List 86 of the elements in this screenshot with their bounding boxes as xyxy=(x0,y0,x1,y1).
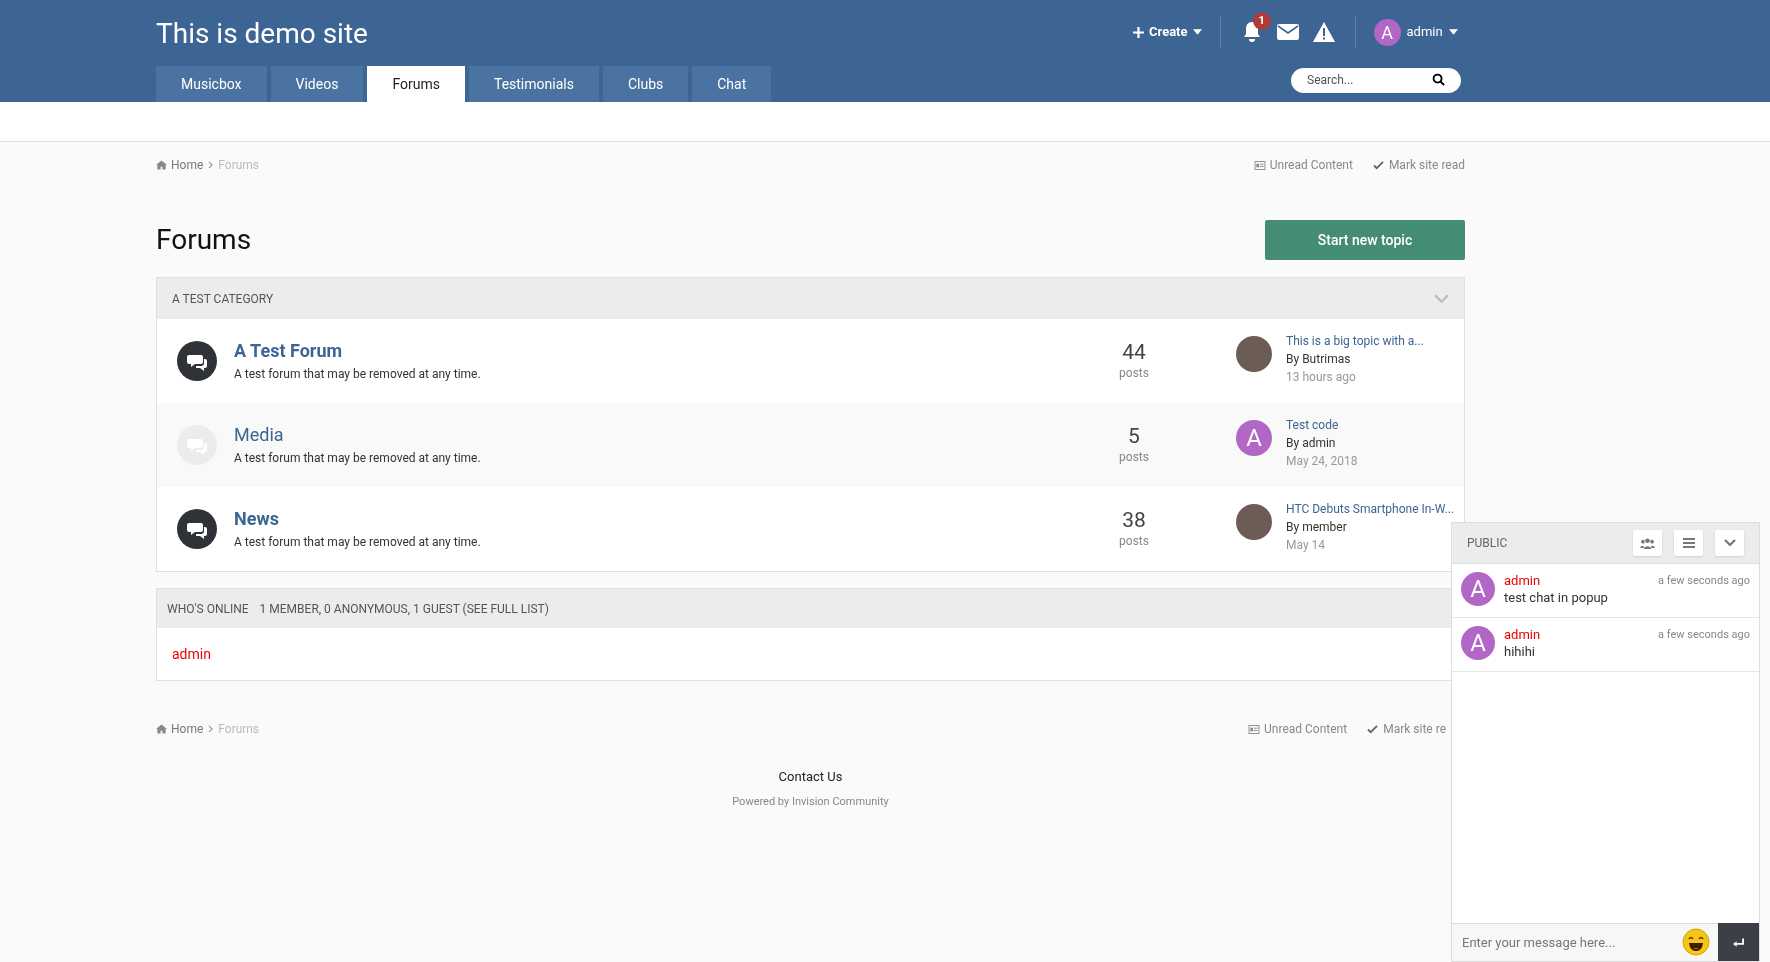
forum-title-link[interactable]: News xyxy=(234,507,1074,531)
post-count: 38 xyxy=(1122,508,1146,532)
user-menu[interactable]: A admin xyxy=(1373,18,1458,46)
emoji-icon[interactable] xyxy=(1682,928,1710,956)
message-time: a few seconds ago xyxy=(1658,627,1750,643)
unread-content-link[interactable]: Unread Content xyxy=(1253,156,1353,174)
nav-tab[interactable]: Videos xyxy=(270,66,364,102)
mail-icon[interactable] xyxy=(1276,24,1299,40)
last-post-link[interactable]: HTC Debuts Smartphone In-W... xyxy=(1286,500,1455,518)
online-summary-link[interactable]: 1 MEMBER, 0 ANONYMOUS, 1 GUEST (SEE FULL LIST) xyxy=(259,599,549,618)
unread-content-link[interactable]: Unread Content xyxy=(1248,720,1348,738)
user-avatar[interactable]: A xyxy=(1236,420,1272,456)
home-link[interactable]: Home xyxy=(156,156,204,174)
message-input-field[interactable]: Enter your message here... xyxy=(1452,923,1718,961)
caret-icon xyxy=(1192,29,1202,35)
collapse-icon xyxy=(1723,539,1736,547)
last-post-author: By member xyxy=(1286,519,1348,536)
last-post-link[interactable]: Test code xyxy=(1286,416,1358,434)
nav-tab[interactable]: Clubs xyxy=(602,66,689,102)
home-link[interactable]: Home xyxy=(156,720,204,738)
last-post-author: By admin xyxy=(1286,435,1337,452)
collapse-button[interactable] xyxy=(1715,530,1744,556)
forum-title-link[interactable]: Media xyxy=(234,423,1074,447)
check-icon xyxy=(1367,724,1379,734)
user-avatar: A xyxy=(1461,572,1495,606)
nav-tab[interactable]: Chat xyxy=(692,66,772,102)
search-icon[interactable] xyxy=(1432,73,1445,86)
user-avatar: A xyxy=(1373,18,1401,46)
home-icon xyxy=(156,160,167,170)
menu-button[interactable] xyxy=(1674,530,1703,556)
nav-tab[interactable]: Forums xyxy=(367,66,465,102)
message-text: test chat in popup xyxy=(1504,589,1609,606)
post-count: 44 xyxy=(1122,340,1146,364)
avatar-photo-placeholder[interactable] xyxy=(1236,336,1272,372)
last-post-time: 13 hours ago xyxy=(1286,369,1357,386)
home-icon xyxy=(156,724,167,734)
newspaper-icon xyxy=(1253,160,1266,170)
plus-icon xyxy=(1133,26,1144,38)
message-author: admin xyxy=(1504,626,1541,643)
breadcrumb-current: Forums xyxy=(218,721,260,738)
caret-icon xyxy=(1448,29,1458,35)
powered-by-text: Powered by Invision Community xyxy=(732,793,889,810)
notification-count: 1 xyxy=(1252,12,1271,30)
forum-description: A test forum that may be removed at any time. xyxy=(234,366,482,383)
enter-icon xyxy=(1733,937,1744,947)
post-count: 5 xyxy=(1128,424,1140,448)
forum-description: A test forum that may be removed at any time. xyxy=(234,534,482,551)
nav-tab[interactable]: Testimonials xyxy=(468,66,599,102)
breadcrumb-current: Forums xyxy=(218,157,260,174)
post-count-label: posts xyxy=(1119,365,1149,382)
check-icon xyxy=(1372,160,1384,170)
chevron-icon xyxy=(208,725,214,733)
forum-description: A test forum that may be removed at any time. xyxy=(234,450,482,467)
newspaper-icon xyxy=(1248,724,1261,734)
collapse-toggle-icon[interactable] xyxy=(1434,294,1449,303)
site-title[interactable]: This is demo site xyxy=(156,13,368,55)
users-icon xyxy=(1640,537,1655,549)
contact-link[interactable]: Contact Us xyxy=(778,767,843,787)
message-time: a few seconds ago xyxy=(1658,573,1750,589)
user-avatar: A xyxy=(1461,626,1495,660)
chevron-icon xyxy=(208,161,214,169)
message-author: admin xyxy=(1504,572,1541,589)
section-title: WHO'S ONLINE xyxy=(167,600,249,618)
last-post-time: May 14 xyxy=(1286,537,1327,554)
search-field[interactable]: Search... xyxy=(1291,67,1461,93)
send-button[interactable] xyxy=(1718,923,1759,961)
last-post-author: By Butrimas xyxy=(1286,351,1352,368)
avatar-photo-placeholder[interactable] xyxy=(1236,504,1272,540)
category-title: A TEST CATEGORY xyxy=(172,290,274,308)
nav-tab[interactable]: Musicbox xyxy=(156,66,267,102)
menu-icon xyxy=(1682,538,1695,548)
online-member-link[interactable]: admin xyxy=(172,643,211,665)
last-post-link[interactable]: This is a big topic with a... xyxy=(1286,332,1424,350)
forum-title-link[interactable]: A Test Forum xyxy=(234,339,1074,363)
post-count-label: posts xyxy=(1119,533,1149,550)
post-count-label: posts xyxy=(1119,449,1149,466)
page-title: Forums xyxy=(156,222,252,258)
users-button[interactable] xyxy=(1633,530,1662,556)
create-button[interactable]: Create xyxy=(1133,22,1220,42)
chat-title: PUBLIC xyxy=(1467,535,1509,552)
start-topic-button[interactable]: Start new topic xyxy=(1265,220,1465,260)
mark-read-link[interactable]: Mark site read xyxy=(1372,156,1465,174)
last-post-time: May 24, 2018 xyxy=(1286,453,1358,470)
mark-read-link[interactable]: Mark site re xyxy=(1367,720,1446,738)
message-text: hihihi xyxy=(1504,643,1536,660)
warning-icon[interactable] xyxy=(1312,22,1335,42)
